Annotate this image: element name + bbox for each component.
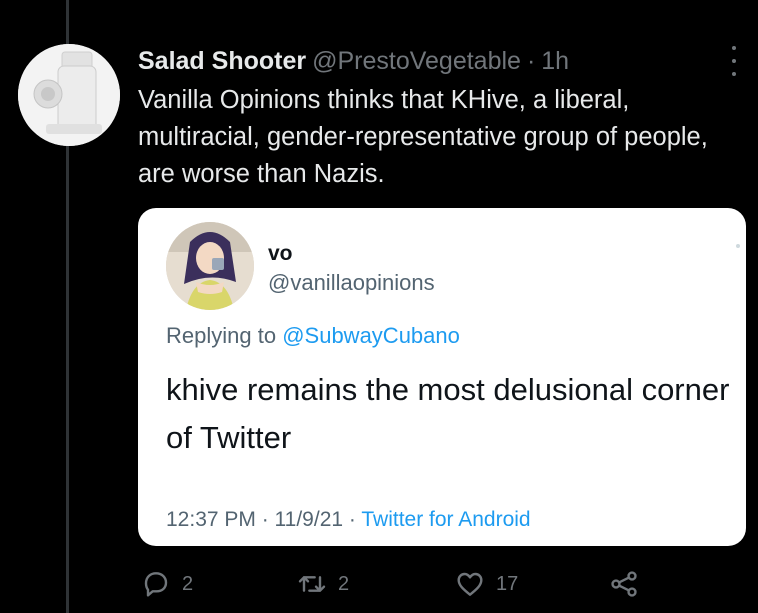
quoted-tweet-card[interactable]: vo @vanillaopinions Replying to @SubwayC… xyxy=(138,208,746,546)
tweet-text: Vanilla Opinions thinks that KHive, a li… xyxy=(138,86,708,188)
retweet-button[interactable]: 2 xyxy=(296,568,349,600)
action-bar: 2 2 17 xyxy=(140,564,660,604)
quoted-display-name[interactable]: vo xyxy=(268,242,293,266)
user-handle[interactable]: @PrestoVegetable xyxy=(312,47,521,76)
quoted-avatar[interactable] xyxy=(166,222,254,310)
replying-to: Replying to @SubwayCubano xyxy=(166,323,460,349)
share-button[interactable] xyxy=(608,568,640,600)
reply-button[interactable]: 2 xyxy=(140,568,193,600)
quoted-timestamp[interactable]: 12:37 PM · 11/9/21 · xyxy=(166,508,356,531)
timestamp[interactable]: 1h xyxy=(541,47,569,76)
tweet-header: Salad Shooter @PrestoVegetable · 1h xyxy=(138,44,728,78)
quoted-more-icon xyxy=(736,244,740,248)
source-link[interactable]: Twitter for Android xyxy=(361,508,530,531)
like-button[interactable]: 17 xyxy=(454,568,518,600)
share-icon xyxy=(611,571,637,597)
separator: · xyxy=(526,46,536,75)
retweet-count: 2 xyxy=(338,572,350,595)
anime-avatar-image xyxy=(166,222,254,310)
reply-icon xyxy=(144,572,168,597)
replying-prefix: Replying to xyxy=(166,323,277,348)
heart-icon xyxy=(457,572,483,596)
like-count: 17 xyxy=(496,572,519,595)
salad-shooter-avatar-image xyxy=(18,44,120,146)
more-dots-icon[interactable] xyxy=(728,46,740,76)
avatar[interactable] xyxy=(18,44,120,146)
retweet-icon xyxy=(298,576,326,592)
reply-count: 2 xyxy=(182,572,194,595)
display-name[interactable]: Salad Shooter xyxy=(138,47,306,76)
quoted-meta: 12:37 PM · 11/9/21 · Twitter for Android xyxy=(166,508,531,532)
mention-link[interactable]: @SubwayCubano xyxy=(282,323,460,348)
quoted-tweet-text: khive remains the most delusional corner… xyxy=(166,372,730,455)
quoted-handle[interactable]: @vanillaopinions xyxy=(268,270,435,296)
